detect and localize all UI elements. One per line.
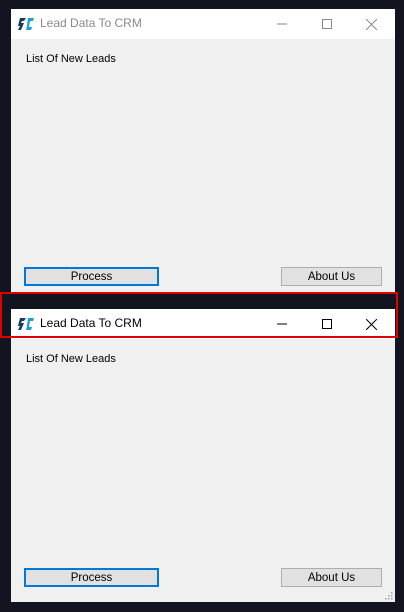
maximize-icon	[321, 319, 332, 329]
close-button[interactable]	[349, 9, 394, 39]
resize-grip-icon[interactable]	[383, 590, 393, 600]
process-button[interactable]: Process	[24, 267, 159, 286]
minimize-icon	[276, 323, 287, 325]
close-icon	[366, 18, 377, 30]
about-us-button[interactable]: About Us	[281, 267, 382, 286]
minimize-button[interactable]	[259, 309, 304, 339]
app-logo-icon	[18, 318, 34, 330]
title-bar[interactable]: Lead Data To CRM	[11, 309, 395, 339]
maximize-button[interactable]	[304, 9, 349, 39]
app-logo-icon	[18, 18, 34, 30]
close-icon	[366, 318, 377, 330]
maximize-icon	[321, 19, 332, 29]
app-window-inactive: Lead Data To CRM List Of New Leads Proce…	[11, 9, 395, 294]
about-us-button[interactable]: About Us	[281, 568, 382, 587]
title-bar[interactable]: Lead Data To CRM	[11, 9, 395, 39]
window-title: Lead Data To CRM	[40, 16, 142, 30]
minimize-icon	[276, 23, 287, 25]
leads-list-label: List Of New Leads	[26, 353, 116, 365]
app-window-active: Lead Data To CRM List Of New Leads Proce…	[11, 309, 395, 602]
window-title: Lead Data To CRM	[40, 316, 142, 330]
leads-list-label: List Of New Leads	[26, 53, 116, 65]
minimize-button[interactable]	[259, 9, 304, 39]
close-button[interactable]	[349, 309, 394, 339]
process-button[interactable]: Process	[24, 568, 159, 587]
maximize-button[interactable]	[304, 309, 349, 339]
